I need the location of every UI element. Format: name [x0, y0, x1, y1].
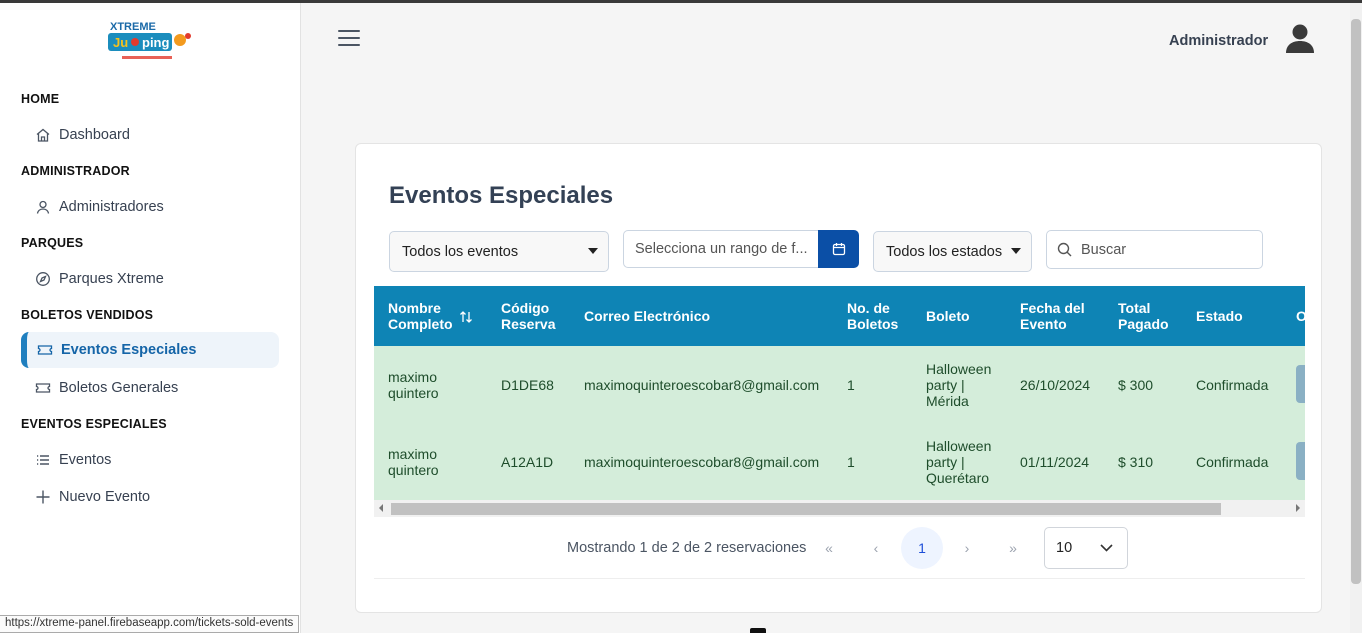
- home-icon: [36, 128, 50, 142]
- column-header-boleto[interactable]: Boleto: [926, 286, 986, 346]
- sidebar-item-label: Parques Xtreme: [59, 271, 164, 287]
- cell-boletos: 1: [847, 453, 855, 470]
- reservations-card: Eventos Especiales Todos los eventos Sel…: [355, 143, 1322, 613]
- column-header-codigo[interactable]: Código Reserva: [501, 286, 566, 346]
- cell-estado: Confirmada: [1196, 453, 1269, 470]
- sidebar-item-eventos-especiales[interactable]: Eventos Especiales: [21, 332, 279, 368]
- column-header-nombre[interactable]: Nombre Completo: [388, 286, 458, 346]
- taskbar-edge: [750, 628, 766, 633]
- column-header-estado[interactable]: Estado: [1196, 286, 1256, 346]
- row-action-button[interactable]: [1296, 365, 1305, 403]
- avatar[interactable]: [1284, 22, 1316, 54]
- prev-page-button[interactable]: ‹: [855, 527, 897, 569]
- rows-per-page-value: 10: [1056, 540, 1073, 556]
- xtreme-jumping-logo[interactable]: XTREME Ju ping: [106, 19, 194, 67]
- column-header-no-boletos[interactable]: No. de Boletos: [847, 286, 907, 346]
- scroll-left-arrow-icon[interactable]: [379, 504, 383, 512]
- sidebar-item-parques-xtreme[interactable]: Parques Xtreme: [21, 261, 279, 297]
- calendar-icon: [832, 243, 845, 256]
- next-page-button[interactable]: ›: [946, 527, 988, 569]
- status-select[interactable]: Todos los estados: [873, 231, 1032, 272]
- cell-total: $ 300: [1118, 376, 1154, 393]
- date-range-placeholder: Selecciona un rango de f...: [635, 241, 808, 257]
- cell-fecha: 01/11/2024: [1020, 453, 1090, 470]
- page-scrollbar[interactable]: [1350, 3, 1362, 633]
- sort-icon[interactable]: [459, 310, 473, 324]
- column-header-fecha[interactable]: Fecha del Evento: [1020, 286, 1092, 346]
- cell-nombre: maximo quintero: [388, 445, 439, 478]
- chevron-down-icon: [1100, 544, 1113, 552]
- hamburger-menu-icon[interactable]: [338, 30, 360, 48]
- search-input[interactable]: Buscar: [1046, 230, 1263, 269]
- sidebar-item-dashboard[interactable]: Dashboard: [21, 117, 279, 153]
- sidebar-item-label: Boletos Generales: [59, 380, 179, 396]
- cell-boleto: Halloween party | Querétaro: [926, 437, 992, 486]
- chevron-down-icon: [588, 248, 598, 254]
- section-title-boletos-vendidos: BOLETOS VENDIDOS: [21, 308, 154, 322]
- event-select[interactable]: Todos los eventos: [389, 231, 609, 272]
- last-page-button[interactable]: »: [992, 527, 1034, 569]
- sidebar-item-label: Eventos Especiales: [61, 342, 197, 358]
- cell-boletos: 1: [847, 376, 855, 393]
- search-placeholder: Buscar: [1081, 241, 1127, 258]
- page-title: Eventos Especiales: [389, 182, 614, 209]
- search-icon: [1057, 242, 1072, 257]
- cell-correo: maximoquinteroescobar8@gmail.com: [584, 376, 820, 393]
- cell-codigo: A12A1D: [501, 453, 554, 470]
- cell-correo: maximoquinteroescobar8@gmail.com: [584, 453, 820, 470]
- user-icon: [36, 200, 50, 214]
- table-row[interactable]: maximo quintero A12A1D maximoquinteroesc…: [374, 423, 1305, 500]
- sidebar-item-label: Eventos: [59, 452, 112, 468]
- sidebar-item-nuevo-evento[interactable]: Nuevo Evento: [21, 479, 279, 515]
- cell-codigo: D1DE68: [501, 376, 554, 393]
- cell-total: $ 310: [1118, 453, 1154, 470]
- sidebar-item-boletos-generales[interactable]: Boletos Generales: [21, 370, 279, 406]
- sidebar-item-label: Administradores: [59, 199, 164, 215]
- ticket-icon: [35, 383, 51, 393]
- section-title-eventos-especiales: EVENTOS ESPECIALES: [21, 417, 167, 431]
- section-title-home: HOME: [21, 92, 60, 106]
- section-title-parques: PARQUES: [21, 236, 84, 250]
- table-horizontal-scrollbar[interactable]: [374, 500, 1305, 517]
- table-row[interactable]: maximo quintero D1DE68 maximoquinteroesc…: [374, 346, 1305, 423]
- list-icon: [37, 455, 49, 465]
- page-button-current[interactable]: 1: [901, 527, 943, 569]
- sidebar-item-eventos[interactable]: Eventos: [21, 442, 279, 478]
- pagination-summary: Mostrando 1 de 2 de 2 reservaciones: [567, 540, 807, 556]
- page-scrollbar-thumb[interactable]: [1351, 19, 1361, 584]
- header-user-name[interactable]: Administrador: [1169, 33, 1268, 49]
- column-header-opciones[interactable]: O: [1296, 286, 1305, 346]
- cell-boleto: Halloween party | Mérida: [926, 360, 992, 409]
- browser-status-url: https://xtreme-panel.firebaseapp.com/tic…: [0, 615, 300, 633]
- ticket-icon: [37, 345, 53, 355]
- status-select-value: Todos los estados: [886, 243, 1003, 260]
- sidebar-item-label: Dashboard: [59, 127, 130, 143]
- compass-icon: [36, 272, 50, 286]
- cell-nombre: maximo quintero: [388, 368, 439, 401]
- scroll-right-arrow-icon[interactable]: [1296, 504, 1300, 512]
- table-scrollbar-thumb[interactable]: [391, 503, 1221, 515]
- reservations-table: Nombre Completo Código Reserva Correo El…: [374, 286, 1305, 518]
- cell-estado: Confirmada: [1196, 376, 1269, 393]
- cell-fecha: 26/10/2024: [1020, 376, 1091, 393]
- first-page-button[interactable]: «: [808, 527, 850, 569]
- plus-icon: [36, 490, 50, 504]
- svg-text:ping: ping: [142, 35, 169, 50]
- date-range-input[interactable]: Selecciona un rango de f...: [623, 230, 818, 268]
- section-title-administrador: ADMINISTRADOR: [21, 164, 130, 178]
- chevron-down-icon: [1011, 248, 1021, 254]
- row-action-button[interactable]: [1296, 442, 1305, 480]
- column-header-correo[interactable]: Correo Electrónico: [584, 286, 744, 346]
- sidebar-item-label: Nuevo Evento: [59, 489, 151, 505]
- rows-per-page-select[interactable]: 10: [1044, 527, 1128, 569]
- sidebar: XTREME Ju ping HOME Dashboard ADMINISTRA…: [0, 3, 301, 633]
- sidebar-item-administradores[interactable]: Administradores: [21, 189, 279, 225]
- calendar-button[interactable]: [818, 230, 859, 268]
- svg-text:XTREME: XTREME: [110, 21, 156, 33]
- card-divider: [374, 578, 1305, 579]
- event-select-value: Todos los eventos: [402, 243, 519, 260]
- column-header-total[interactable]: Total Pagado: [1118, 286, 1174, 346]
- svg-text:Ju: Ju: [113, 35, 128, 50]
- table-header: Nombre Completo Código Reserva Correo El…: [374, 286, 1305, 346]
